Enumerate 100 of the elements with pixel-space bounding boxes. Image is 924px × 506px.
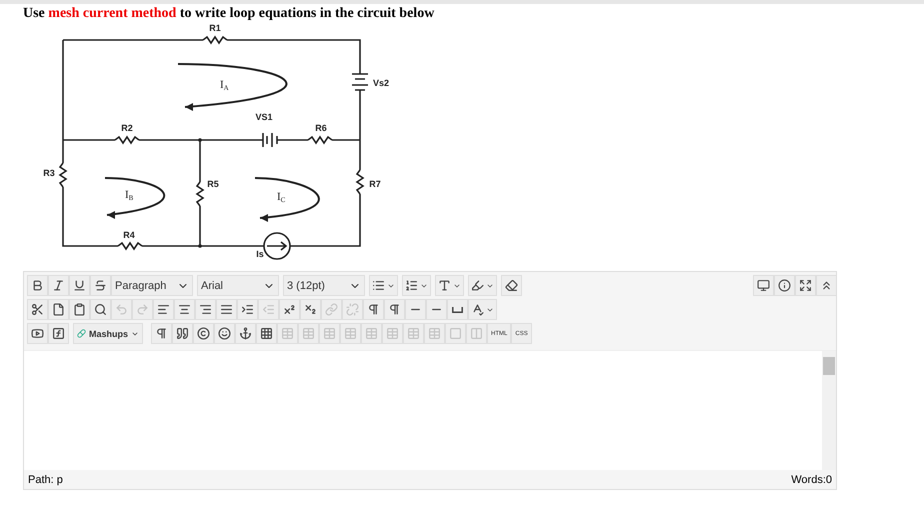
clipboard-icon [73,303,86,316]
spellcheck-split-button[interactable] [468,299,497,320]
text-color-split-button[interactable] [435,275,464,296]
question-text: Use mesh current method to write loop equations in the circuit below [23,6,436,22]
mesh-current-label: I$_{C}$ [277,191,286,204]
indent-button[interactable] [237,299,258,320]
subscript-button[interactable] [300,299,321,320]
bold-button[interactable] [27,275,48,296]
pilcrow-button[interactable] [384,299,405,320]
italic-icon [52,279,65,292]
table-icon [344,327,358,340]
dropdown[interactable]: Paragraph [111,275,193,296]
quote-icon [176,327,190,340]
table-icon [281,327,294,340]
document-icon [52,303,65,316]
table-icon [428,327,442,340]
component-label: Vs2 [373,78,389,88]
table-button[interactable] [256,323,278,344]
strikethrough-icon [94,279,107,292]
bullet-list-icon [372,279,385,292]
play-button[interactable] [27,323,48,344]
unlink-icon [346,303,359,316]
justify-icon [220,303,233,316]
play-icon [31,327,44,340]
component-label: R7 [369,179,381,189]
component-label: R4 [123,230,135,240]
function-icon [52,327,65,340]
numbered-list-split-button[interactable] [402,275,431,296]
component-label: Is [256,249,264,259]
mesh-arrow [104,177,165,219]
eraser-button[interactable] [501,275,522,296]
pilcrow-icon [367,303,380,316]
bullet-list-split-button[interactable] [369,275,398,296]
pilcrow-button[interactable] [151,323,172,344]
anchor-button[interactable] [235,323,256,344]
table-icon [323,327,336,340]
align-center-button[interactable] [174,299,195,320]
redo-icon [136,303,149,316]
dropdown[interactable]: 3 (12pt) [283,275,365,296]
component-label: R5 [207,179,219,189]
align-left-icon [157,303,170,316]
highlighter-icon [471,279,484,292]
superscript-button[interactable] [279,299,300,320]
quote-button[interactable] [172,323,194,344]
mesh-current-label: I$_{A}$ [220,79,229,92]
clipboard-button[interactable] [69,299,90,320]
info-button[interactable] [774,275,795,296]
table-icon [365,327,378,340]
component-label: R1 [209,23,221,33]
numbered-list-icon [405,279,418,292]
justify-button[interactable] [216,299,237,320]
expand-icon [799,279,812,292]
search-icon [94,303,107,316]
space-button[interactable] [447,299,468,320]
scissors-button[interactable] [27,299,48,320]
word-count: Words:0 [791,474,832,486]
preview-button[interactable] [753,275,774,296]
undo-icon [115,303,128,316]
underline-button[interactable] [69,275,90,296]
outdent-icon [262,303,275,316]
dropdown[interactable]: Arial [197,275,279,296]
link-icon [325,303,338,316]
mesh-arrow [254,177,320,222]
monitor-icon [757,279,770,292]
align-left-button[interactable] [153,299,174,320]
document-button[interactable] [48,299,69,320]
eraser-icon [505,279,518,292]
collapse-button[interactable] [816,275,837,296]
pilcrow-button[interactable] [363,299,384,320]
mashups-button[interactable]: Mashups [73,323,144,344]
spellcheck-icon [471,303,484,316]
copyright-button[interactable] [193,323,214,344]
component-label: R6 [315,123,327,133]
fullscreen-button[interactable] [795,275,816,296]
info-icon [778,279,791,292]
align-right-button[interactable] [195,299,216,320]
table-icon [302,327,316,340]
table-icon [407,327,420,340]
mesh-current-label: I$_{B}$ [125,189,134,202]
italic-button[interactable] [48,275,69,296]
underline-icon [73,279,86,292]
scrollbar[interactable] [822,351,836,470]
square-icon [449,327,462,340]
search-button[interactable] [90,299,111,320]
highlighter-split-button[interactable] [468,275,497,296]
subscript-icon [304,303,317,316]
align-right-icon [199,303,212,316]
component-label: R2 [121,123,133,133]
component-label: VS1 [256,112,272,122]
copyright-icon [197,327,210,340]
align-center-icon [178,303,191,316]
function-button[interactable] [48,323,69,344]
strikethrough-button[interactable] [90,275,111,296]
component-label: R3 [43,168,55,178]
smiley-button[interactable] [214,323,236,344]
path-label: Path: p [28,474,63,486]
anchor-icon [239,327,252,340]
pilcrow-icon [388,303,401,316]
columns-icon [470,327,484,340]
space-icon [452,306,463,312]
